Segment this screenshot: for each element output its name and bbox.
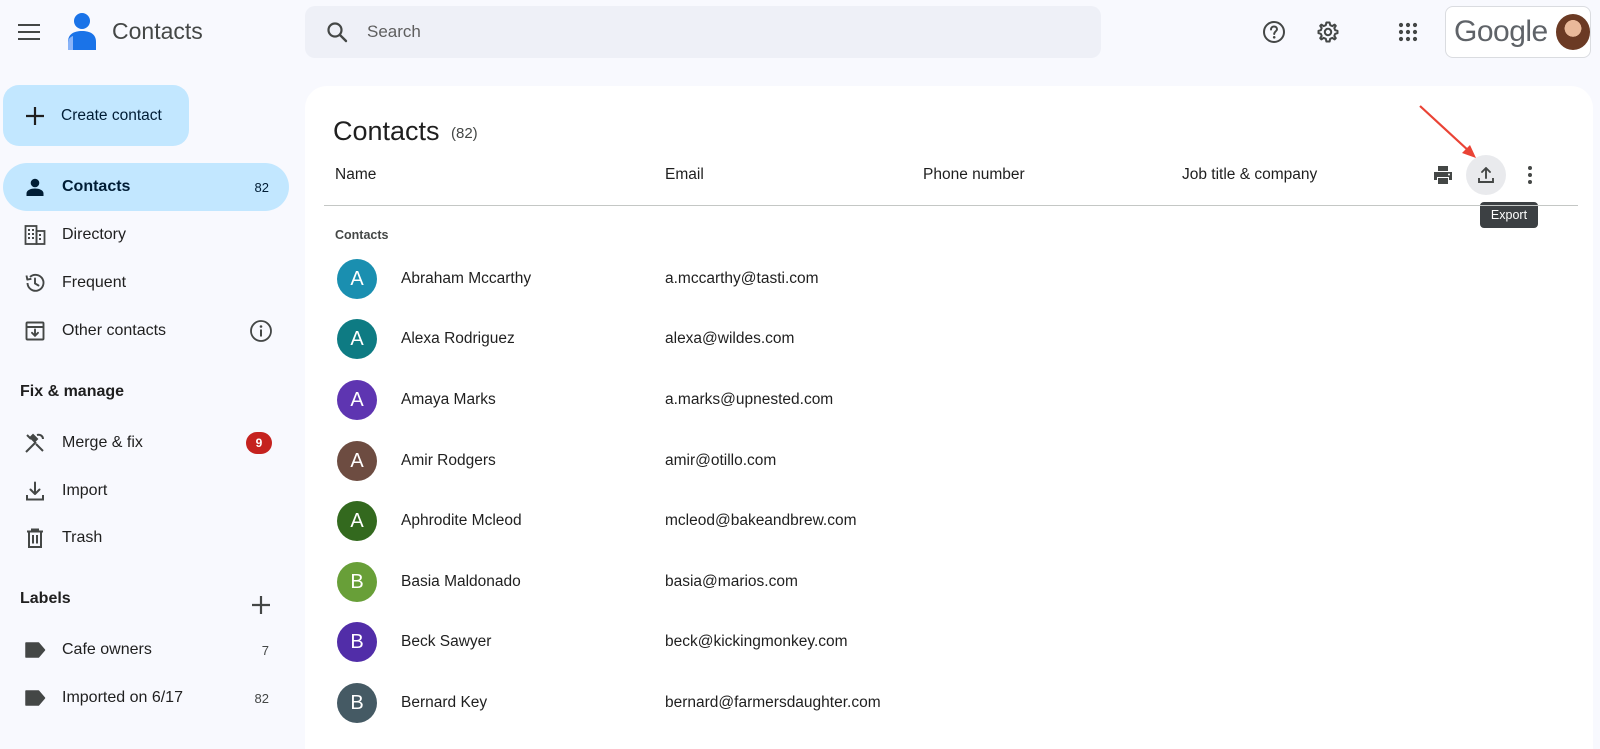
sidebar-item-contacts[interactable]: Contacts 82	[3, 163, 289, 211]
contact-avatar: A	[337, 441, 377, 481]
plus-icon	[26, 106, 44, 125]
hamburger-icon	[18, 24, 40, 40]
contact-row[interactable]: A Abraham Mccarthy a.mccarthy@tasti.com	[305, 249, 1593, 310]
contacts-count: 82	[254, 179, 269, 195]
download-icon	[23, 479, 47, 503]
contact-avatar: B	[337, 562, 377, 602]
sidebar-item-directory[interactable]: Directory	[3, 211, 289, 259]
sidebar-item-label: Other contacts	[62, 322, 167, 339]
column-header-job-company[interactable]: Job title & company	[1182, 166, 1317, 184]
google-account-button[interactable]: Google	[1445, 6, 1591, 58]
contact-name: Bernard Key	[401, 694, 488, 711]
contact-avatar: B	[337, 683, 377, 723]
contact-email: basia@marios.com	[665, 573, 798, 590]
sidebar-item-label: Trash	[62, 529, 103, 546]
sidebar-item-label: Directory	[62, 226, 127, 243]
contact-email: beck@kickingmonkey.com	[665, 633, 848, 650]
label-tag-icon	[23, 686, 47, 710]
contact-row[interactable]: B Beck Sawyer beck@kickingmonkey.com	[305, 612, 1593, 673]
top-bar: Contacts Google	[0, 0, 1600, 64]
annotation-arrow-icon	[1419, 105, 1476, 158]
settings-gear-icon[interactable]	[1310, 14, 1346, 50]
header-divider	[324, 205, 1578, 206]
column-header-email[interactable]: Email	[665, 166, 704, 184]
search-input[interactable]	[367, 22, 1067, 42]
create-contact-button[interactable]: Create contact	[3, 85, 189, 146]
add-label-button[interactable]	[246, 590, 276, 620]
sidebar-label-imported[interactable]: Imported on 6/17 82	[3, 674, 289, 722]
contact-name: Alexa Rodriguez	[401, 330, 515, 347]
contacts-logo-icon	[64, 12, 98, 52]
label-count: 7	[261, 642, 269, 658]
sidebar-item-frequent[interactable]: Frequent	[3, 259, 289, 307]
contact-avatar: A	[337, 380, 377, 420]
sidebar-item-label: Frequent	[62, 274, 127, 291]
contacts-total-count: (82)	[451, 125, 478, 142]
account-avatar[interactable]	[1555, 14, 1590, 50]
building-icon	[23, 223, 47, 247]
contact-email: amir@otillo.com	[665, 452, 777, 469]
create-contact-label: Create contact	[61, 106, 162, 124]
sidebar-label-cafe-owners[interactable]: Cafe owners 7	[3, 626, 289, 674]
main-menu-button[interactable]	[10, 12, 48, 52]
sidebar-item-merge-fix[interactable]: Merge & fix 9	[3, 419, 289, 467]
sidebar-item-trash[interactable]: Trash	[3, 514, 289, 562]
labels-heading: Labels	[20, 590, 71, 607]
contact-row[interactable]: A Amaya Marks a.marks@upnested.com	[305, 370, 1593, 431]
sidebar-item-other-contacts[interactable]: Other contacts	[3, 307, 289, 355]
contact-name: Aphrodite Mcleod	[401, 512, 522, 529]
sidebar-item-import[interactable]: Import	[3, 467, 289, 515]
contact-row[interactable]: B Bernard Key bernard@farmersdaughter.co…	[305, 673, 1593, 734]
page-title: Contacts	[333, 116, 440, 146]
more-options-icon[interactable]	[1510, 155, 1550, 195]
contact-email: a.marks@upnested.com	[665, 391, 834, 408]
history-icon	[23, 271, 47, 295]
fix-manage-heading: Fix & manage	[20, 383, 125, 400]
trash-icon	[23, 526, 47, 550]
info-icon[interactable]	[248, 318, 274, 344]
list-group-label: Contacts	[335, 228, 389, 242]
contact-avatar: A	[337, 259, 377, 299]
apps-grid-icon[interactable]	[1390, 14, 1426, 50]
merge-fix-icon	[23, 431, 47, 455]
contact-name: Abraham Mccarthy	[401, 270, 532, 287]
search-bar[interactable]	[305, 6, 1101, 58]
archive-icon	[23, 319, 47, 343]
contact-avatar: B	[337, 622, 377, 662]
contact-email: mcleod@bakeandbrew.com	[665, 512, 857, 529]
plus-icon	[252, 596, 270, 614]
contact-name: Beck Sawyer	[401, 633, 492, 650]
contact-name: Amir Rodgers	[401, 452, 496, 469]
help-icon[interactable]	[1256, 14, 1292, 50]
contact-row[interactable]: A Amir Rodgers amir@otillo.com	[305, 431, 1593, 492]
column-header-name[interactable]: Name	[335, 166, 376, 184]
person-icon	[23, 175, 47, 199]
search-icon[interactable]	[323, 18, 351, 46]
contact-email: a.mccarthy@tasti.com	[665, 270, 819, 287]
column-header-phone[interactable]: Phone number	[923, 166, 1025, 184]
sidebar-item-label: Contacts	[62, 178, 131, 195]
google-logo: Google	[1454, 15, 1548, 48]
contact-name: Basia Maldonado	[401, 573, 521, 590]
label-tag-icon	[23, 638, 47, 662]
contact-avatar: A	[337, 319, 377, 359]
sidebar-item-label: Imported on 6/17	[62, 689, 183, 706]
contact-email: bernard@farmersdaughter.com	[665, 694, 881, 711]
sidebar-item-label: Import	[62, 482, 108, 499]
contact-row[interactable]: A Alexa Rodriguez alexa@wildes.com	[305, 309, 1593, 370]
contact-row[interactable]: A Aphrodite Mcleod mcleod@bakeandbrew.co…	[305, 491, 1593, 552]
contact-name: Amaya Marks	[401, 391, 496, 408]
contact-row[interactable]: B Basia Maldonado basia@marios.com	[305, 552, 1593, 613]
sidebar-item-label: Merge & fix	[62, 434, 143, 451]
app-title: Contacts	[112, 18, 203, 44]
label-count: 82	[254, 690, 269, 706]
sidebar-item-label: Cafe owners	[62, 641, 152, 658]
contacts-list-panel: Contacts (82) Name Email Phone number Jo…	[305, 86, 1593, 749]
contact-avatar: A	[337, 501, 377, 541]
merge-fix-badge: 9	[246, 432, 272, 454]
contact-email: alexa@wildes.com	[665, 330, 795, 347]
